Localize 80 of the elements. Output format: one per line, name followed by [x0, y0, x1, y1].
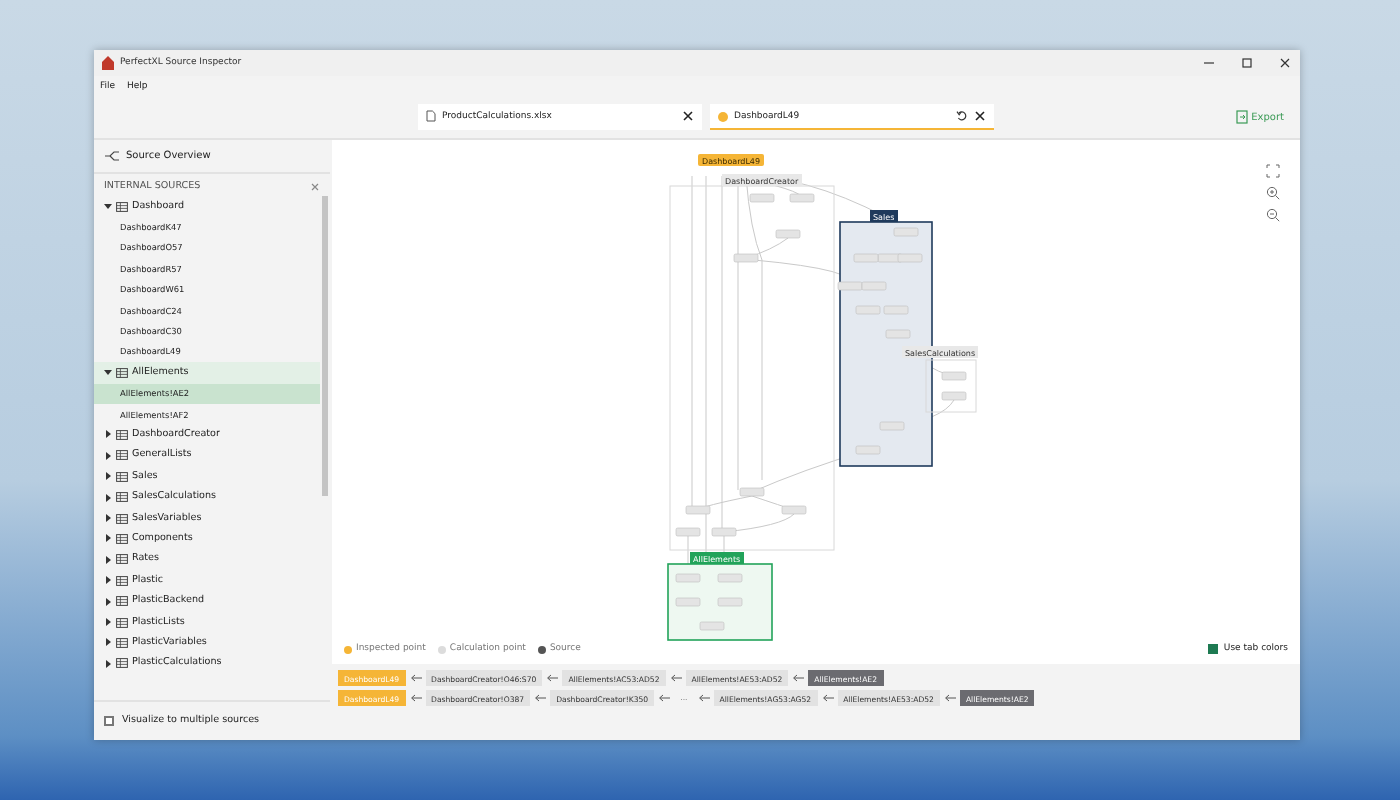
table-icon — [116, 492, 128, 503]
caret-right-icon[interactable] — [104, 493, 112, 502]
close-icon[interactable] — [682, 110, 694, 122]
arrow-icon — [697, 694, 710, 702]
caret-right-icon[interactable] — [104, 659, 112, 668]
branch-icon — [104, 150, 120, 162]
graph-node[interactable] — [837, 281, 863, 291]
graph-node[interactable] — [675, 527, 701, 537]
graph-node[interactable] — [897, 253, 923, 263]
collapse-icon[interactable] — [310, 182, 320, 192]
table-icon — [116, 658, 128, 669]
arrow-icon — [409, 674, 422, 682]
arrow-icon — [534, 694, 547, 702]
graph-node[interactable] — [855, 445, 881, 455]
graph-node[interactable] — [853, 253, 879, 263]
caret-right-icon[interactable] — [104, 638, 112, 647]
arrow-icon — [821, 694, 834, 702]
graph-node[interactable] — [789, 193, 815, 203]
close-icon[interactable] — [1278, 56, 1292, 70]
dot-icon — [718, 111, 728, 121]
graph-node[interactable] — [861, 281, 887, 291]
caret-right-icon[interactable] — [104, 451, 112, 460]
arrow-icon — [546, 674, 559, 682]
table-icon — [116, 554, 128, 565]
graph-node[interactable] — [711, 527, 737, 537]
graph-node[interactable] — [775, 229, 801, 239]
document-icon — [426, 110, 436, 122]
graph-node[interactable] — [717, 573, 743, 583]
graph-node[interactable] — [699, 621, 725, 631]
undo-icon[interactable] — [956, 110, 968, 122]
graph-node[interactable] — [879, 421, 905, 431]
graph-node[interactable] — [883, 305, 909, 315]
close-icon[interactable] — [974, 110, 986, 122]
caret-right-icon[interactable] — [104, 534, 112, 543]
graph-node[interactable] — [893, 227, 919, 237]
graph-node[interactable] — [739, 487, 765, 497]
table-icon — [116, 367, 128, 378]
table-icon — [116, 513, 128, 524]
graph-node[interactable] — [749, 193, 775, 203]
caret-right-icon[interactable] — [104, 576, 112, 585]
app-logo-icon — [102, 56, 114, 70]
minimize-icon[interactable] — [1202, 56, 1216, 70]
table-icon — [116, 637, 128, 648]
arrow-icon — [658, 694, 671, 702]
table-icon — [116, 533, 128, 544]
graph-node[interactable] — [675, 573, 701, 583]
graph-node[interactable] — [941, 391, 967, 401]
caret-right-icon[interactable] — [104, 430, 112, 439]
caret-right-icon[interactable] — [104, 618, 112, 626]
table-icon — [116, 429, 128, 440]
caret-right-icon[interactable] — [104, 514, 112, 523]
caret-down-icon[interactable] — [104, 368, 112, 377]
zoom-out-icon[interactable] — [1266, 208, 1280, 222]
zoom-in-icon[interactable] — [1266, 186, 1280, 200]
graph-node[interactable] — [733, 253, 759, 263]
table-icon — [116, 575, 128, 586]
graph-node[interactable] — [675, 597, 701, 607]
arrow-icon — [669, 674, 682, 682]
scrollbar[interactable] — [322, 196, 328, 496]
arrow-icon — [792, 674, 805, 682]
export-icon — [1235, 110, 1248, 124]
graph-node[interactable] — [781, 505, 807, 515]
graph-node[interactable] — [941, 371, 967, 381]
fit-screen-icon[interactable] — [1266, 164, 1280, 178]
table-icon — [116, 450, 128, 461]
caret-right-icon[interactable] — [104, 555, 112, 564]
maximize-icon[interactable] — [1240, 56, 1254, 70]
graph-node[interactable] — [885, 329, 911, 339]
graph-node[interactable] — [855, 305, 881, 315]
arrow-icon — [409, 694, 422, 702]
graph-node[interactable] — [717, 597, 743, 607]
table-icon — [116, 617, 128, 627]
caret-down-icon[interactable] — [104, 202, 112, 211]
table-icon — [116, 471, 128, 482]
table-icon — [116, 596, 128, 607]
caret-right-icon[interactable] — [104, 472, 112, 481]
table-icon — [116, 201, 128, 212]
arrow-icon — [943, 694, 956, 702]
graph-node[interactable] — [685, 505, 711, 515]
caret-right-icon[interactable] — [104, 597, 112, 606]
